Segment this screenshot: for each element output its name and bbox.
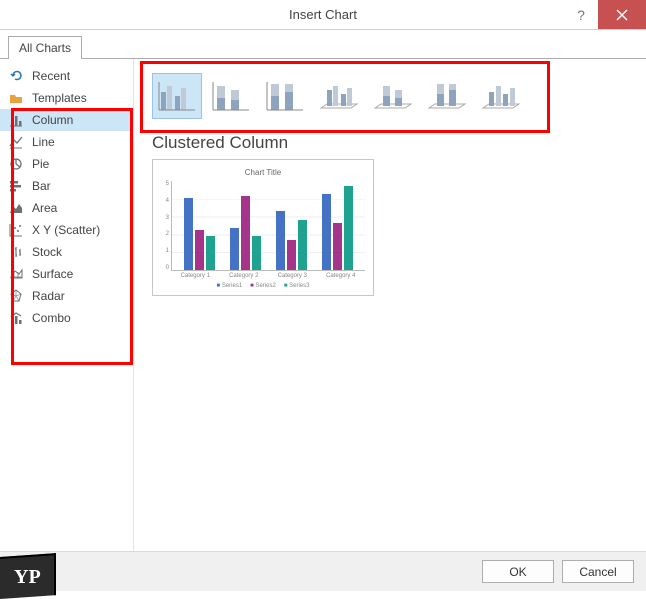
sidebar-item-label: Pie xyxy=(32,157,49,171)
radar-icon xyxy=(8,288,24,304)
window-controls: ? xyxy=(564,0,646,29)
sidebar-item-line[interactable]: Line xyxy=(0,131,133,153)
tabstrip: All Charts xyxy=(0,30,646,59)
stock-icon xyxy=(8,244,24,260)
chart-preview[interactable]: Chart Title 543210 Category 1Category 2C… xyxy=(152,159,374,296)
sidebar-item-label: Stock xyxy=(32,245,62,259)
subtype-3d-column[interactable] xyxy=(476,73,526,119)
tab-all-charts[interactable]: All Charts xyxy=(8,36,82,59)
bar xyxy=(195,230,204,270)
subtype-3d-clustered-column[interactable] xyxy=(314,73,364,119)
sidebar-item-templates[interactable]: Templates xyxy=(0,87,133,109)
ok-button[interactable]: OK xyxy=(482,560,554,583)
bar xyxy=(241,196,250,270)
undo-icon xyxy=(8,68,24,84)
subtype-clustered-column[interactable] xyxy=(152,73,202,119)
bar-group xyxy=(230,196,261,270)
bar-group xyxy=(184,198,215,270)
bar xyxy=(276,211,285,270)
sidebar-item-pie[interactable]: Pie xyxy=(0,153,133,175)
bar-group xyxy=(276,211,307,270)
main-panel: Clustered Column Chart Title 543210 Cate… xyxy=(134,59,646,551)
sidebar-item-label: Bar xyxy=(32,179,51,193)
window-title: Insert Chart xyxy=(0,7,646,22)
sidebar-item-label: Templates xyxy=(32,91,87,105)
sidebar-item-surface[interactable]: Surface xyxy=(0,263,133,285)
bar xyxy=(230,228,239,270)
surface-icon xyxy=(8,266,24,282)
sidebar-item-label: Recent xyxy=(32,69,70,83)
subtype-stacked-column[interactable] xyxy=(206,73,256,119)
sidebar-item-label: Radar xyxy=(32,289,65,303)
bar xyxy=(322,194,331,270)
sidebar-item-label: Area xyxy=(32,201,57,215)
bar xyxy=(298,220,307,270)
sidebar-item-area[interactable]: Area xyxy=(0,197,133,219)
sidebar-item-label: Combo xyxy=(32,311,71,325)
bar xyxy=(287,240,296,270)
bar xyxy=(344,186,353,270)
bar-icon xyxy=(8,178,24,194)
titlebar: Insert Chart ? xyxy=(0,0,646,30)
bar-group xyxy=(322,186,353,270)
subtype-strip xyxy=(146,67,634,125)
combo-icon xyxy=(8,310,24,326)
line-icon xyxy=(8,134,24,150)
sidebar-item-label: Column xyxy=(32,113,73,127)
sidebar-item-recent[interactable]: Recent xyxy=(0,65,133,87)
legend: Series1Series2Series3 xyxy=(161,283,365,289)
area-icon xyxy=(8,200,24,216)
content: Recent Templates Column Line Pie Bar Area X Y (… xyxy=(0,59,646,551)
sidebar-item-label: Surface xyxy=(32,267,73,281)
pie-icon xyxy=(8,156,24,172)
subtype-3d-100-stacked-column[interactable] xyxy=(422,73,472,119)
sidebar-item-stock[interactable]: Stock xyxy=(0,241,133,263)
column-icon xyxy=(8,112,24,128)
cancel-button[interactable]: Cancel xyxy=(562,560,634,583)
sidebar-item-label: Line xyxy=(32,135,55,149)
bar xyxy=(206,236,215,270)
y-axis: 543210 xyxy=(161,181,171,271)
scatter-icon xyxy=(8,222,24,238)
bar xyxy=(333,223,342,270)
preview-title: Clustered Column xyxy=(152,133,634,153)
plot-area xyxy=(171,181,365,271)
x-axis-labels: Category 1Category 2Category 3Category 4 xyxy=(171,273,365,279)
watermark-badge: YP xyxy=(0,553,56,599)
subtype-3d-stacked-column[interactable] xyxy=(368,73,418,119)
bar xyxy=(252,236,261,270)
sidebar-item-radar[interactable]: Radar xyxy=(0,285,133,307)
subtype-100-stacked-column[interactable] xyxy=(260,73,310,119)
bar xyxy=(184,198,193,270)
close-icon xyxy=(616,9,628,21)
sidebar-item-combo[interactable]: Combo xyxy=(0,307,133,329)
sidebar-item-label: X Y (Scatter) xyxy=(32,223,100,237)
sidebar: Recent Templates Column Line Pie Bar Area X Y (… xyxy=(0,59,134,551)
chart-area: 543210 xyxy=(161,181,365,271)
sidebar-item-column[interactable]: Column xyxy=(0,109,133,131)
folder-icon xyxy=(8,90,24,106)
sidebar-item-x-y-scatter-[interactable]: X Y (Scatter) xyxy=(0,219,133,241)
close-button[interactable] xyxy=(598,0,646,29)
chart-title: Chart Title xyxy=(161,168,365,177)
sidebar-item-bar[interactable]: Bar xyxy=(0,175,133,197)
dialog-footer: OK Cancel xyxy=(0,551,646,591)
help-button[interactable]: ? xyxy=(564,0,598,29)
